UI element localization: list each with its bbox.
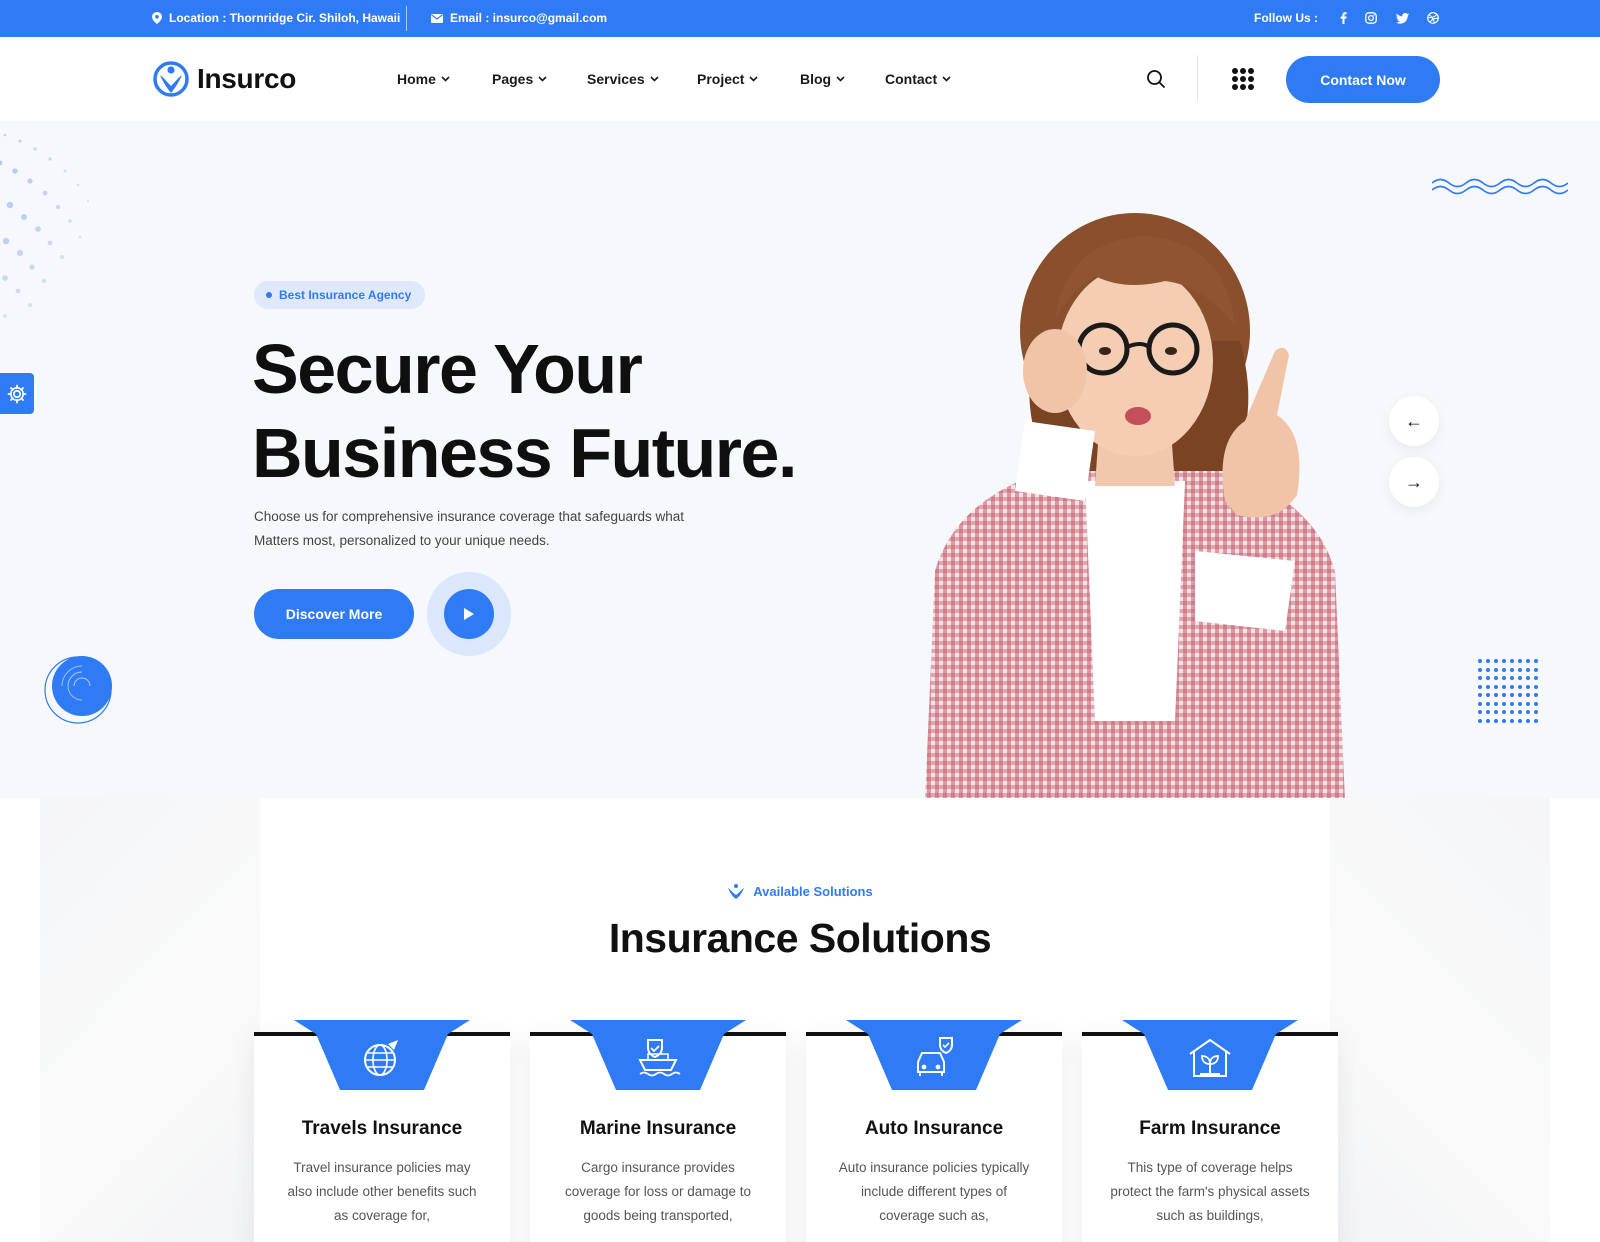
- email-info[interactable]: Email : insurco@gmail.com: [431, 11, 607, 25]
- nav-item-services[interactable]: Services: [587, 71, 659, 87]
- solutions-section: Available Solutions Insurance Solutions …: [0, 798, 1600, 1242]
- nav-item-pages[interactable]: Pages: [492, 71, 547, 87]
- slider-next-button[interactable]: →: [1389, 457, 1439, 507]
- background-panel-right: [1330, 798, 1550, 1242]
- hero-badge: Best Insurance Agency: [254, 281, 426, 309]
- card-title: Travels Insurance: [301, 1118, 463, 1139]
- shield-leaf-icon: [728, 884, 745, 899]
- card-description: Cargo insurance provides coverage for lo…: [564, 1160, 752, 1223]
- logo-icon: [153, 61, 189, 97]
- badge-text: Best Insurance Agency: [279, 288, 412, 302]
- house-plant-icon: [1189, 1038, 1231, 1077]
- arrow-right-icon: →: [1405, 471, 1423, 492]
- ship-shield-icon: [638, 1039, 681, 1077]
- nav-label: Home: [397, 71, 436, 87]
- dots-decoration: [1478, 659, 1542, 723]
- halftone-decoration: [0, 133, 90, 318]
- eyebrow-text: Available Solutions: [753, 883, 873, 899]
- logo-text: Insurco: [197, 63, 297, 94]
- nav-label: Pages: [492, 71, 534, 87]
- discover-more-button[interactable]: Discover More: [254, 589, 414, 639]
- hero-section: Best Insurance Agency Secure Your Busine…: [0, 121, 1600, 798]
- topbar-divider: [406, 6, 407, 31]
- hero-title-line-1: Secure Your: [252, 330, 643, 408]
- nav-item-contact[interactable]: Contact: [885, 71, 951, 87]
- gear-icon: [7, 384, 27, 403]
- play-icon: [464, 608, 474, 620]
- settings-tab[interactable]: [0, 373, 34, 414]
- email-text[interactable]: Email : insurco@gmail.com: [450, 11, 607, 25]
- mail-icon: [431, 13, 443, 23]
- play-video-ring: [427, 572, 511, 656]
- nav-item-project[interactable]: Project: [697, 71, 759, 87]
- nav-item-blog[interactable]: Blog: [800, 71, 845, 87]
- solution-card-travels[interactable]: Travels Insurance Travel insurance polic…: [254, 1020, 510, 1242]
- solution-card-farm[interactable]: Farm Insurance This type of coverage hel…: [1082, 1020, 1338, 1242]
- play-video-button[interactable]: [444, 589, 494, 639]
- nav-label: Services: [587, 71, 645, 87]
- chevron-down-icon: [749, 76, 759, 82]
- hero-title: Secure Your Business Future.: [252, 327, 852, 495]
- header-divider: [1197, 55, 1198, 101]
- chevron-down-icon: [836, 76, 845, 82]
- hero-description: Choose us for comprehensive insurance co…: [254, 509, 684, 548]
- nav-label: Project: [697, 71, 745, 87]
- chevron-down-icon: [942, 76, 951, 82]
- wave-decoration: [1432, 178, 1568, 195]
- card-title: Auto Insurance: [864, 1118, 1004, 1139]
- hero-person-image: [925, 213, 1345, 798]
- main-header: Insurco Home Pages Services Project Blog…: [0, 37, 1600, 121]
- top-bar: Location : Thornridge Cir. Shiloh, Hawai…: [0, 0, 1600, 37]
- map-pin-icon: [152, 12, 162, 24]
- background-panel-left: [40, 798, 260, 1242]
- chevron-down-icon: [441, 76, 450, 82]
- contact-now-button[interactable]: Contact Now: [1286, 56, 1440, 103]
- card-title: Farm Insurance: [1139, 1118, 1281, 1139]
- search-icon[interactable]: [1146, 69, 1166, 89]
- nav-item-home[interactable]: Home: [397, 71, 450, 87]
- chevron-down-icon: [538, 76, 547, 82]
- grid-menu-icon[interactable]: [1232, 68, 1254, 90]
- logo[interactable]: Insurco: [153, 60, 296, 98]
- location-info: Location : Thornridge Cir. Shiloh, Hawai…: [152, 11, 400, 25]
- card-title: Marine Insurance: [579, 1118, 737, 1139]
- slider-prev-button[interactable]: ←: [1389, 396, 1439, 446]
- location-text: Location : Thornridge Cir. Shiloh, Hawai…: [169, 11, 401, 25]
- twitter-icon[interactable]: [1394, 10, 1410, 26]
- card-description: Auto insurance policies typically includ…: [838, 1160, 1030, 1223]
- chevron-down-icon: [650, 76, 659, 82]
- card-description: Travel insurance policies may also inclu…: [287, 1160, 477, 1223]
- spiral-decoration: [44, 656, 112, 724]
- nav-label: Contact: [885, 71, 938, 87]
- solutions-title: Insurance Solutions: [608, 915, 992, 961]
- solutions-eyebrow: Available Solutions: [0, 882, 1600, 900]
- solution-card-auto[interactable]: Auto Insurance Auto insurance policies t…: [806, 1020, 1062, 1242]
- facebook-icon[interactable]: [1335, 10, 1351, 26]
- follow-us-label: Follow Us :: [1254, 11, 1318, 25]
- dribbble-icon[interactable]: [1425, 10, 1441, 26]
- card-description: This type of coverage helps protect the …: [1110, 1160, 1310, 1223]
- instagram-icon[interactable]: [1363, 10, 1379, 26]
- solution-card-marine[interactable]: Marine Insurance Cargo insurance provide…: [530, 1020, 786, 1242]
- hero-title-line-2: Business Future.: [252, 414, 797, 492]
- arrow-left-icon: ←: [1405, 410, 1423, 431]
- nav-label: Blog: [800, 71, 832, 87]
- globe-plane-icon: [364, 1040, 398, 1076]
- car-shield-icon: [917, 1037, 953, 1076]
- badge-dot: [266, 292, 272, 298]
